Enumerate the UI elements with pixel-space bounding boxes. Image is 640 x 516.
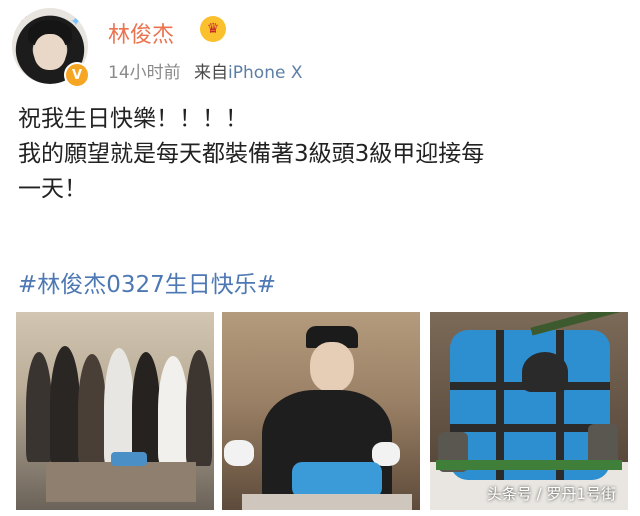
person xyxy=(26,352,52,462)
person xyxy=(50,346,80,466)
source-prefix: 来自 xyxy=(194,63,229,83)
username[interactable]: 林俊杰 xyxy=(108,17,174,49)
post-meta: 14小时前 来自iPhone X xyxy=(108,58,302,83)
helmet xyxy=(522,352,568,392)
cake xyxy=(292,462,382,498)
strap xyxy=(450,424,610,432)
watermark: 头条号 / 罗丹1号街 xyxy=(486,485,616,503)
grass xyxy=(436,460,622,470)
photo-cake[interactable]: 头条号 / 罗丹1号街 xyxy=(430,312,628,510)
strap xyxy=(556,330,564,480)
photo-group[interactable] xyxy=(16,312,214,510)
plate xyxy=(242,494,412,510)
post-text: 祝我生日快樂！！！！ 我的願望就是每天都裝備著3級頭3級甲迎接每 一天！ xyxy=(18,106,485,202)
post-source: 来自iPhone X xyxy=(194,63,302,83)
person xyxy=(158,356,188,464)
hashtag-link[interactable]: #林俊杰0327生日快乐# xyxy=(18,265,276,299)
post-header: ✦ ✦ V 林俊杰 ♛ 14小时前 来自iPhone X xyxy=(0,0,640,95)
strap xyxy=(496,330,504,480)
star-icon: ✦ xyxy=(70,14,82,30)
verified-badge-icon: V xyxy=(64,62,90,88)
person xyxy=(104,348,134,466)
cake xyxy=(111,452,147,466)
crown-icon[interactable]: ♛ xyxy=(200,16,226,42)
person xyxy=(186,350,212,466)
source-device[interactable]: iPhone X xyxy=(228,63,302,83)
person xyxy=(78,354,106,464)
person xyxy=(132,352,160,464)
photo-birthday[interactable] xyxy=(222,312,420,510)
post-time: 14小时前 xyxy=(108,63,181,83)
glove xyxy=(224,440,254,466)
table xyxy=(46,462,196,502)
avatar-face xyxy=(34,34,66,70)
cake-body xyxy=(450,330,610,480)
star-icon: ✦ xyxy=(16,10,28,26)
face xyxy=(310,342,354,392)
